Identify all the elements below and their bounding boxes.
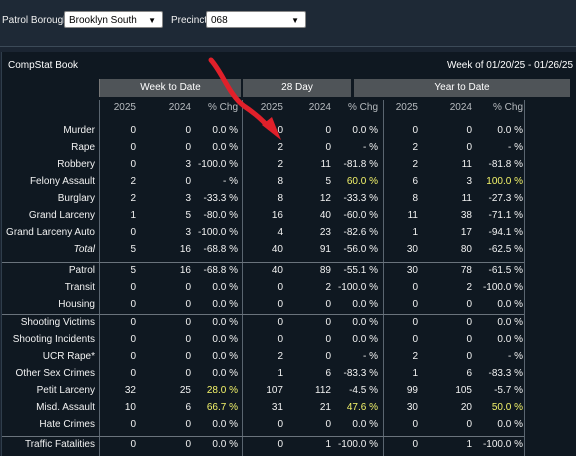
red-arrow-annotation: [208, 57, 281, 140]
